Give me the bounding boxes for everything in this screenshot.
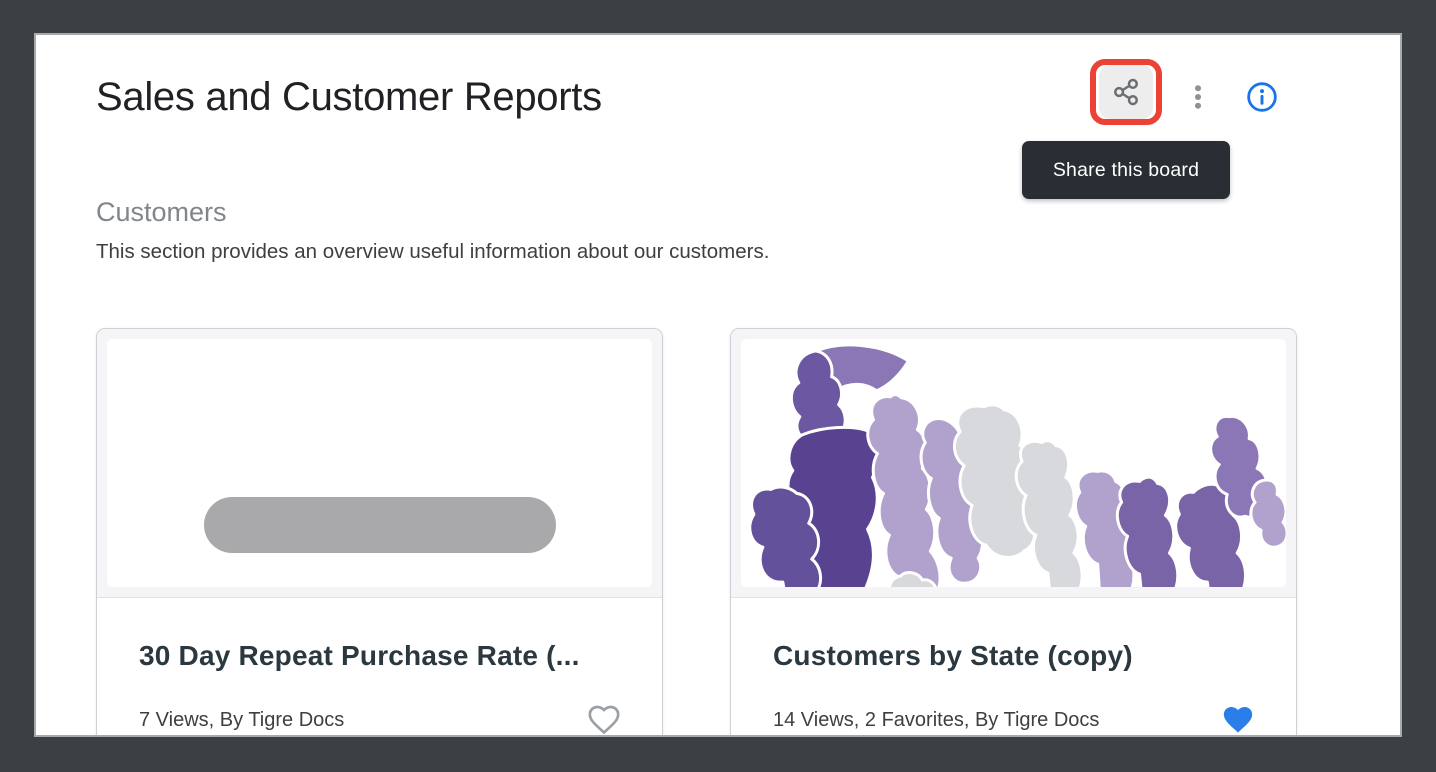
thumbnail-frame bbox=[731, 329, 1296, 598]
info-button[interactable] bbox=[1238, 73, 1286, 121]
share-tooltip: Share this board bbox=[1022, 141, 1230, 199]
report-title[interactable]: 30 Day Repeat Purchase Rate (... bbox=[139, 640, 620, 672]
info-icon bbox=[1246, 81, 1278, 113]
report-thumbnail-map bbox=[741, 339, 1286, 587]
board-page: Sales and Customer Reports Share this bo… bbox=[34, 33, 1402, 737]
map-region bbox=[1251, 480, 1286, 547]
more-options-button[interactable] bbox=[1175, 73, 1221, 121]
heart-filled-icon bbox=[1220, 703, 1256, 737]
report-card-repeat-purchase[interactable]: 30 Day Repeat Purchase Rate (... 7 Views… bbox=[96, 328, 663, 737]
page-title: Sales and Customer Reports bbox=[96, 73, 602, 121]
section-description: This section provides an overview useful… bbox=[96, 240, 769, 264]
report-meta: 7 Views, By Tigre Docs bbox=[139, 709, 344, 732]
map-region bbox=[750, 487, 821, 587]
card-body: Customers by State (copy) 14 Views, 2 Fa… bbox=[731, 598, 1296, 737]
card-body: 30 Day Repeat Purchase Rate (... 7 Views… bbox=[97, 598, 662, 737]
report-title[interactable]: Customers by State (copy) bbox=[773, 640, 1254, 672]
more-vert-icon bbox=[1184, 83, 1212, 111]
share-button-highlight bbox=[1090, 59, 1162, 125]
report-thumbnail-placeholder bbox=[107, 339, 652, 587]
map-region bbox=[1016, 441, 1082, 587]
share-icon bbox=[1111, 77, 1141, 107]
report-meta: 14 Views, 2 Favorites, By Tigre Docs bbox=[773, 709, 1099, 732]
report-card-customers-by-state[interactable]: Customers by State (copy) 14 Views, 2 Fa… bbox=[730, 328, 1297, 737]
card-list: 30 Day Repeat Purchase Rate (... 7 Views… bbox=[96, 328, 1297, 737]
share-button[interactable] bbox=[1099, 65, 1153, 119]
choropleth-map bbox=[741, 339, 1286, 587]
heart-outline-icon bbox=[586, 703, 622, 737]
favorite-button[interactable] bbox=[584, 700, 624, 737]
placeholder-pill bbox=[204, 497, 556, 553]
section-heading: Customers bbox=[96, 197, 227, 228]
thumbnail-frame bbox=[97, 329, 662, 598]
favorite-button[interactable] bbox=[1218, 700, 1258, 737]
